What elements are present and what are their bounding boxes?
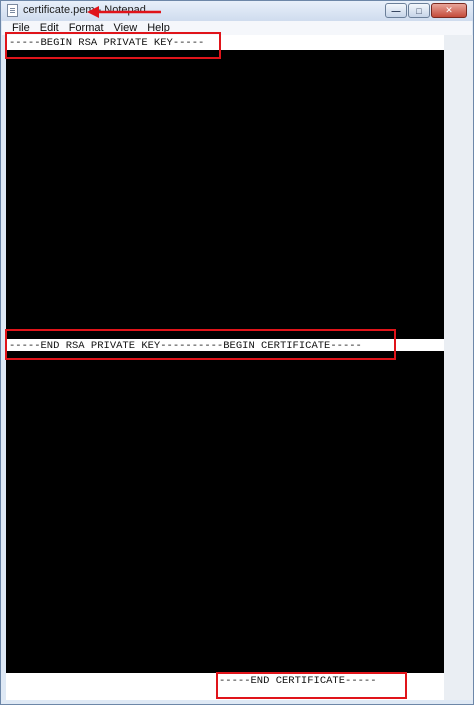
redacted-certificate-block	[6, 351, 444, 673]
window-controls: — □ ✕	[385, 3, 467, 18]
notepad-icon	[7, 4, 18, 17]
highlight-begin-private-key	[5, 32, 221, 59]
minimize-button[interactable]: —	[385, 3, 407, 18]
vertical-scrollbar[interactable]	[444, 35, 473, 700]
highlight-end-certificate	[216, 672, 407, 699]
redacted-private-key-block	[6, 50, 444, 339]
notepad-window: certificate.pem - Notepad — □ ✕ File Edi…	[0, 0, 474, 705]
close-button[interactable]: ✕	[431, 3, 467, 18]
highlight-end-key-begin-certificate	[5, 329, 396, 360]
text-editor[interactable]: -----BEGIN RSA PRIVATE KEY----- -----END…	[6, 35, 444, 700]
title-bar[interactable]: certificate.pem - Notepad — □ ✕	[1, 1, 473, 21]
left-arrow-icon	[87, 6, 161, 18]
maximize-button[interactable]: □	[408, 3, 430, 18]
